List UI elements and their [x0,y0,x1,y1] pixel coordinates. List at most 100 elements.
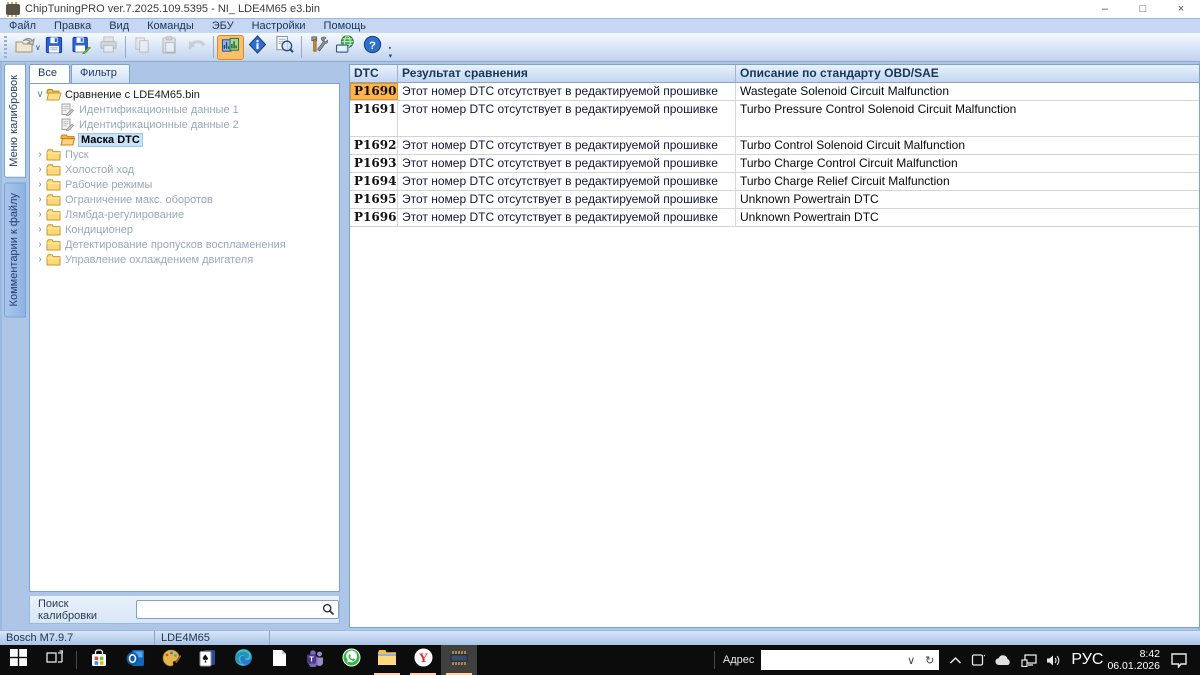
chiptuning-taskbar-button[interactable] [441,645,477,675]
store-taskbar-button[interactable] [81,645,117,675]
notepad-taskbar-button[interactable] [261,645,297,675]
preview-button[interactable] [271,35,298,60]
collapsed-chevron-icon[interactable]: › [34,224,46,235]
address-dropdown-icon[interactable]: ∨ [902,654,920,667]
menu-1[interactable]: Правка [45,19,100,33]
menu-2[interactable]: Вид [100,19,138,33]
dtc-code[interactable]: P1691 [350,101,398,136]
save-button[interactable] [41,35,68,60]
side-tab-1[interactable]: Комментарии к файлу [4,181,26,318]
tree-item[interactable]: Идентификационные данные 1 [34,102,339,117]
column-header-2[interactable]: Описание по стандарту OBD/SAE [736,65,1199,82]
whatsapp-taskbar-button[interactable] [333,645,369,675]
explorer-taskbar-button[interactable] [369,645,405,675]
dtc-row[interactable]: P1691 Этот номер DTC отсутствует в редакт… [350,101,1199,137]
solitaire-taskbar-button[interactable] [189,645,225,675]
speaker-icon[interactable] [1046,654,1061,667]
edge-taskbar-button[interactable] [225,645,261,675]
collapsed-chevron-icon[interactable]: › [34,149,46,160]
compare-button[interactable] [216,34,244,60]
dtc-row[interactable]: P1696 Этот номер DTC отсутствует в редакт… [350,209,1199,227]
outlook-taskbar-button[interactable] [117,645,153,675]
dtc-row[interactable]: P1690 Этот номер DTC отсутствует в редакт… [350,83,1199,101]
tree-item[interactable]: › Кондиционер [34,222,339,237]
tree-item[interactable]: › Детектирование пропусков воспламенения [34,237,339,252]
dtc-row[interactable]: P1693 Этот номер DTC отсутствует в редакт… [350,155,1199,173]
tree-item[interactable]: › Холостой ход [34,162,339,177]
tree-item[interactable]: › Пуск [34,147,339,162]
collapsed-chevron-icon[interactable]: › [34,239,46,250]
search-input[interactable] [135,600,339,619]
menu-4[interactable]: ЭБУ [203,19,243,33]
menu-5[interactable]: Настройки [243,19,315,33]
toolbar-overflow-button[interactable]: ▪ ▾ [386,35,395,60]
save-as-button[interactable] [68,35,95,60]
menu-6[interactable]: Помощь [315,19,376,33]
dtc-row[interactable]: P1695 Этот номер DTC отсутствует в редакт… [350,191,1199,209]
web-button[interactable] [332,35,359,60]
toolbar-separator [300,36,302,58]
workspace: Меню калибровок Комментарии к файлу Все Фи… [0,62,1200,630]
tools-icon [309,35,329,59]
tools-button[interactable] [305,35,332,60]
yandex-taskbar-button[interactable]: Y [405,645,441,675]
chevron-up-icon[interactable] [949,656,962,665]
column-header-1[interactable]: Результат сравнения [398,65,736,82]
tree-item[interactable]: › Ограничение макс. оборотов [34,192,339,207]
collapsed-chevron-icon[interactable]: › [34,164,46,175]
obd-description: Turbo Charge Relief Circuit Malfunction [740,174,950,188]
collapsed-chevron-icon[interactable]: › [34,254,46,265]
minimize-button[interactable]: – [1086,0,1124,18]
window-title: ChipTuningPRO ver.7.2025.109.5395 - NI_ … [25,3,320,15]
dtc-code[interactable]: P1693 [350,155,398,172]
open-button[interactable] [11,35,38,60]
dtc-code-selected[interactable]: P1690 [350,83,398,100]
menu-0[interactable]: Файл [0,19,45,33]
tree-tab-1[interactable]: Фильтр [70,64,130,83]
help-button[interactable]: ? [359,35,386,60]
column-header-0[interactable]: DTC [350,65,398,82]
status-segment-1: LDE4M65 [155,631,270,645]
tree-tab-0[interactable]: Все [29,64,70,83]
dtc-row[interactable]: P1694 Этот номер DTC отсутствует в редакт… [350,173,1199,191]
maximize-button[interactable]: □ [1124,0,1162,18]
paint-taskbar-button[interactable] [153,645,189,675]
network-icon[interactable] [1021,653,1038,667]
calibration-search-row: Поиск калибровки [29,596,340,624]
cloud-icon[interactable] [995,654,1012,666]
menu-3[interactable]: Команды [138,19,203,33]
teams-taskbar-button[interactable]: T [297,645,333,675]
edge-icon [234,648,253,672]
expanded-chevron-icon[interactable]: ∨ [34,89,46,100]
tablet-icon[interactable] [971,653,986,667]
search-icon[interactable] [322,603,335,616]
tree-item[interactable]: › Управление охлаждением двигателя [34,252,339,267]
tree-item[interactable]: Маска DTC [34,132,339,147]
dtc-code[interactable]: P1695 [350,191,398,208]
info-button[interactable] [244,35,271,60]
dtc-row[interactable]: P1692 Этот номер DTC отсутствует в редакт… [350,137,1199,155]
collapsed-chevron-icon[interactable]: › [34,179,46,190]
notifications-icon[interactable] [1170,652,1188,668]
tree-item[interactable]: ∨ Сравнение с LDE4M65.bin [34,87,339,102]
tree-item[interactable]: Идентификационные данные 2 [34,117,339,132]
clock-time: 8:42 [1139,648,1160,660]
side-tab-0[interactable]: Меню калибровок [4,64,26,178]
tree-item[interactable]: › Рабочие режимы [34,177,339,192]
task-view-taskbar-button[interactable] [36,645,72,675]
info-icon [248,35,267,59]
toolbar-grip[interactable] [2,36,9,58]
dtc-code[interactable]: P1694 [350,173,398,190]
address-input[interactable]: ∨ ↻ [761,650,940,670]
collapsed-chevron-icon[interactable]: › [34,194,46,205]
folder-icon [46,193,62,206]
language-indicator[interactable]: РУС [1071,651,1103,669]
dtc-code[interactable]: P1696 [350,209,398,226]
start-taskbar-button[interactable] [0,645,36,675]
close-button[interactable]: × [1162,0,1200,18]
dtc-code[interactable]: P1692 [350,137,398,154]
taskbar-clock[interactable]: 8:42 06.01.2026 [1107,648,1160,672]
tree-item[interactable]: › Лямбда-регулирование [34,207,339,222]
collapsed-chevron-icon[interactable]: › [34,209,46,220]
address-go-icon[interactable]: ↻ [920,654,939,667]
